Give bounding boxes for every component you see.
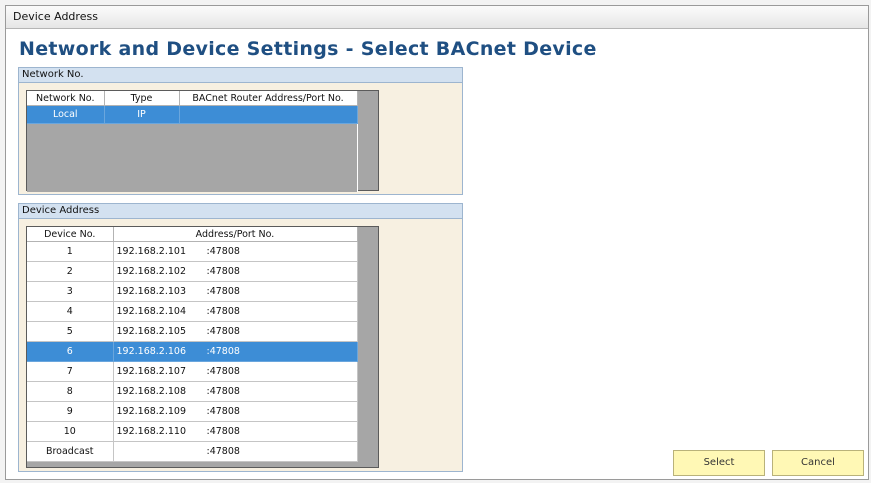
empty-cell: [27, 158, 104, 175]
device-address-window: Device Address Network and Device Settin…: [5, 5, 869, 480]
network-no-cell: Local: [27, 105, 105, 124]
network-group: Network No. Network No. Type BACnet Rout…: [18, 67, 463, 195]
device-table-container[interactable]: Device No. Address/Port No. 1 192.168.2.1…: [26, 226, 379, 468]
empty-cell: [179, 175, 357, 192]
empty-cell: [179, 123, 357, 141]
device-no-cell: 3: [27, 281, 114, 302]
port-number: :47808: [206, 326, 240, 337]
column-header-router-address[interactable]: BACnet Router Address/Port No.: [179, 91, 358, 106]
ip-address: 192.168.2.109: [116, 406, 187, 417]
address-port-cell: 192.168.2.104 :47808: [113, 301, 358, 322]
device-no-cell: 1: [27, 241, 114, 262]
device-table: Device No. Address/Port No. 1 192.168.2.1…: [27, 227, 358, 462]
empty-cell: [179, 158, 357, 175]
ip-address: 192.168.2.105: [116, 326, 187, 337]
port-number: :47808: [206, 446, 240, 457]
port-number: :47808: [206, 286, 240, 297]
device-row[interactable]: 7 192.168.2.107 :47808: [27, 361, 358, 382]
network-row[interactable]: Local IP: [27, 105, 358, 124]
device-no-cell: 5: [27, 321, 114, 342]
device-row[interactable]: 1 192.168.2.101 :47808: [27, 241, 358, 262]
network-empty-row: [27, 141, 357, 158]
device-table-header: Device No. Address/Port No.: [27, 227, 358, 242]
device-address-group-title: Device Address: [19, 204, 462, 219]
device-row[interactable]: 2 192.168.2.102 :47808: [27, 261, 358, 282]
empty-cell: [179, 141, 357, 158]
window-title: Device Address: [13, 10, 98, 23]
port-number: :47808: [206, 246, 240, 257]
device-no-cell: 4: [27, 301, 114, 322]
empty-cell: [27, 123, 104, 141]
network-table: Network No. Type BACnet Router Address/P…: [27, 91, 358, 192]
device-row[interactable]: Broadcast :47808: [27, 441, 358, 462]
device-no-cell: 10: [27, 421, 114, 442]
device-no-cell: 6: [27, 341, 114, 362]
address-port-cell: 192.168.2.103 :47808: [113, 281, 358, 302]
network-empty-row: [27, 175, 357, 192]
device-no-cell: Broadcast: [27, 441, 114, 462]
column-header-type[interactable]: Type: [104, 91, 180, 106]
device-address-group: Device Address Device No. Address/Port N…: [18, 203, 463, 472]
port-number: :47808: [206, 426, 240, 437]
port-number: :47808: [206, 346, 240, 357]
port-number: :47808: [206, 406, 240, 417]
port-number: :47808: [206, 266, 240, 277]
device-row[interactable]: 4 192.168.2.104 :47808: [27, 301, 358, 322]
network-table-header: Network No. Type BACnet Router Address/P…: [27, 91, 358, 106]
ip-address: 192.168.2.107: [116, 366, 187, 377]
port-number: :47808: [206, 386, 240, 397]
network-empty-row: [27, 123, 357, 141]
select-button[interactable]: Select: [673, 450, 765, 476]
port-number: :47808: [206, 306, 240, 317]
empty-cell: [104, 123, 179, 141]
empty-cell: [104, 175, 179, 192]
address-port-cell: 192.168.2.107 :47808: [113, 361, 358, 382]
address-port-cell: 192.168.2.108 :47808: [113, 381, 358, 402]
device-no-cell: 8: [27, 381, 114, 402]
address-port-cell: 192.168.2.106 :47808: [113, 341, 358, 362]
address-port-cell: 192.168.2.105 :47808: [113, 321, 358, 342]
page-title: Network and Device Settings - Select BAC…: [19, 38, 597, 60]
ip-address: 192.168.2.108: [116, 386, 187, 397]
device-row[interactable]: 5 192.168.2.105 :47808: [27, 321, 358, 342]
port-number: :47808: [206, 366, 240, 377]
column-header-device-no[interactable]: Device No.: [27, 227, 114, 242]
title-bar: Device Address: [6, 6, 868, 29]
ip-address: 192.168.2.104: [116, 306, 187, 317]
ip-address: 192.168.2.101: [116, 246, 187, 257]
network-empty-row: [27, 158, 357, 175]
device-row[interactable]: 6 192.168.2.106 :47808: [27, 341, 358, 362]
empty-cell: [27, 141, 104, 158]
device-row[interactable]: 10 192.168.2.110 :47808: [27, 421, 358, 442]
network-type-cell: IP: [104, 105, 180, 124]
device-row[interactable]: 8 192.168.2.108 :47808: [27, 381, 358, 402]
device-row[interactable]: 9 192.168.2.109 :47808: [27, 401, 358, 422]
ip-address: 192.168.2.106: [116, 346, 187, 357]
network-group-title: Network No.: [19, 68, 462, 83]
empty-cell: [104, 158, 179, 175]
empty-cell: [104, 141, 179, 158]
column-header-network-no[interactable]: Network No.: [27, 91, 105, 106]
network-table-container[interactable]: Network No. Type BACnet Router Address/P…: [26, 90, 379, 192]
ip-address: 192.168.2.110: [116, 426, 187, 437]
address-port-cell: 192.168.2.110 :47808: [113, 421, 358, 442]
column-header-address-port[interactable]: Address/Port No.: [113, 227, 358, 242]
address-port-cell: :47808: [113, 441, 358, 462]
device-no-cell: 7: [27, 361, 114, 382]
empty-cell: [27, 175, 104, 192]
device-no-cell: 9: [27, 401, 114, 422]
cancel-button[interactable]: Cancel: [772, 450, 864, 476]
address-port-cell: 192.168.2.109 :47808: [113, 401, 358, 422]
device-no-cell: 2: [27, 261, 114, 282]
ip-address: 192.168.2.102: [116, 266, 187, 277]
address-port-cell: 192.168.2.101 :47808: [113, 241, 358, 262]
router-address-cell: [179, 105, 358, 124]
device-row[interactable]: 3 192.168.2.103 :47808: [27, 281, 358, 302]
address-port-cell: 192.168.2.102 :47808: [113, 261, 358, 282]
ip-address: 192.168.2.103: [116, 286, 187, 297]
